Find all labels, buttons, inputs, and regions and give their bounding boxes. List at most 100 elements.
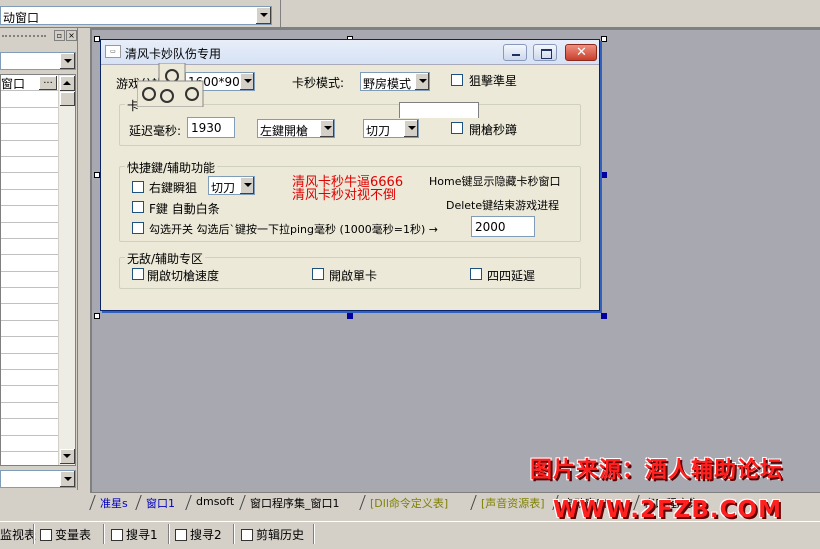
tab-5[interactable]: [声音资源表]: [481, 495, 545, 511]
tab-1[interactable]: 窗口1: [146, 495, 175, 511]
scroll-up-icon[interactable]: [60, 76, 75, 91]
close-icon[interactable]: ×: [66, 30, 77, 41]
scroll-thumb[interactable]: [60, 92, 75, 106]
right-click-select[interactable]: 切刀: [208, 176, 255, 195]
clipboard-history-tab[interactable]: 剪辑历史: [241, 526, 304, 543]
delay44-checkbox[interactable]: [470, 268, 482, 280]
hotkey-group-title: 快捷鍵/辅助功能: [125, 159, 218, 176]
ping-input[interactable]: 2000: [471, 216, 535, 237]
resize-handle-se[interactable]: [601, 313, 607, 319]
resize-handle-s[interactable]: [347, 313, 353, 319]
mode-value: 野房模式: [363, 77, 412, 91]
sniper-label: 狙擊準星: [469, 74, 518, 88]
watch-table-label: 监视表: [0, 528, 37, 542]
search1-tab[interactable]: 搜寻1: [111, 526, 158, 543]
property-row[interactable]: [1, 403, 59, 420]
resize-handle-e[interactable]: [601, 172, 607, 178]
event-combo[interactable]: [0, 470, 76, 488]
watch-table-tab[interactable]: 监视表: [0, 526, 36, 543]
switch-value: 切刀: [366, 124, 391, 138]
sniper-checkbox[interactable]: [451, 74, 463, 86]
tab-3[interactable]: 窗口程序集_窗口1: [250, 495, 340, 511]
property-row[interactable]: [1, 141, 59, 157]
delay-input[interactable]: 1930: [187, 117, 235, 138]
property-row[interactable]: [1, 124, 59, 141]
search2-tab[interactable]: 搜寻2: [175, 526, 222, 543]
close-button[interactable]: ✕: [565, 44, 597, 61]
search-icon: [175, 529, 187, 541]
tab-0[interactable]: 准星s: [100, 495, 128, 511]
quick-scope-checkbox[interactable]: [451, 122, 463, 134]
maximize-button[interactable]: [533, 44, 557, 61]
red-text-line2: 清风卡秒对视不倒: [292, 188, 397, 203]
separator: [168, 524, 169, 544]
property-row[interactable]: [1, 157, 59, 174]
chevron-down-icon[interactable]: [255, 7, 271, 24]
panel-grip[interactable]: [2, 35, 46, 37]
property-row[interactable]: [1, 288, 59, 305]
window-selector-combo[interactable]: 动窗口: [0, 6, 272, 25]
mode-select[interactable]: 野房模式: [360, 72, 430, 91]
tab-separator: [470, 495, 482, 510]
property-list-scrollbar[interactable]: [58, 75, 75, 465]
chevron-down-icon[interactable]: [239, 177, 254, 194]
separator: [33, 524, 34, 544]
tab-separator: [239, 495, 251, 510]
variable-table-label: 变量表: [55, 528, 92, 542]
property-row[interactable]: [1, 321, 59, 338]
delay-value: 1930: [191, 121, 222, 135]
resize-handle-sw[interactable]: [94, 313, 100, 319]
variable-table-tab[interactable]: 变量表: [40, 526, 91, 543]
single-card-checkbox[interactable]: [312, 268, 324, 280]
delete-key-hint: Delete键结束游戏进程: [446, 199, 560, 212]
property-row[interactable]: [1, 223, 59, 239]
chevron-down-icon[interactable]: [414, 73, 429, 90]
property-row[interactable]: [1, 304, 59, 321]
f-key-checkbox[interactable]: [132, 201, 144, 213]
tab-separator: [89, 495, 101, 510]
property-row[interactable]: [1, 436, 59, 452]
ping-label: 勾选开关 勾选后`键按一下拉ping毫秒 (1000毫秒=1秒) →: [149, 223, 438, 236]
property-row[interactable]: [1, 419, 59, 436]
property-row[interactable]: [1, 272, 59, 289]
chevron-down-icon[interactable]: [319, 120, 334, 137]
property-row[interactable]: [1, 206, 59, 223]
resize-handle-ne[interactable]: [601, 36, 607, 42]
right-click-checkbox[interactable]: [132, 181, 144, 193]
ellipsis-button[interactable]: ...: [39, 76, 57, 90]
tab-2[interactable]: dmsoft: [196, 495, 234, 508]
panel-pin-icon[interactable]: ▫: [54, 30, 65, 41]
switch-select[interactable]: 切刀: [363, 119, 419, 138]
component-combo[interactable]: [0, 52, 76, 70]
mode-label: 卡秒模式:: [292, 76, 345, 90]
property-row[interactable]: [1, 239, 59, 256]
property-row[interactable]: [1, 108, 59, 125]
tab-4[interactable]: [Dll命令定义表]: [370, 495, 448, 511]
right-click-label: 右鍵瞬狙: [149, 181, 198, 195]
property-row[interactable]: [1, 354, 59, 371]
scroll-down-icon[interactable]: [60, 449, 75, 464]
minimize-button[interactable]: [503, 44, 527, 61]
chevron-down-icon[interactable]: [59, 471, 75, 487]
window-titlebar[interactable]: ▭ 清风卡妙队伤专用 ✕: [101, 40, 599, 65]
property-row[interactable]: [1, 386, 59, 403]
property-row[interactable]: [1, 337, 59, 354]
fire-key-select[interactable]: 左鍵開槍: [257, 119, 335, 138]
chevron-down-icon[interactable]: [59, 53, 75, 69]
hidden-control-outline[interactable]: [399, 102, 479, 118]
watermark-url: WWW.2FZB.COM: [553, 497, 782, 523]
property-row[interactable]: [1, 255, 59, 272]
f-key-label: F鍵 自動白条: [149, 202, 220, 216]
search-icon: [111, 529, 123, 541]
ping-checkbox[interactable]: [132, 222, 144, 234]
gear-icon[interactable]: [136, 62, 207, 108]
chevron-down-icon[interactable]: [403, 120, 418, 137]
speed-checkbox[interactable]: [132, 268, 144, 280]
property-row[interactable]: [1, 91, 59, 108]
property-row[interactable]: [1, 370, 59, 387]
component-icons[interactable]: [136, 62, 207, 108]
chevron-down-icon[interactable]: [239, 73, 254, 90]
tab-separator: [135, 495, 147, 510]
property-row[interactable]: [1, 173, 59, 190]
property-row[interactable]: [1, 190, 59, 207]
